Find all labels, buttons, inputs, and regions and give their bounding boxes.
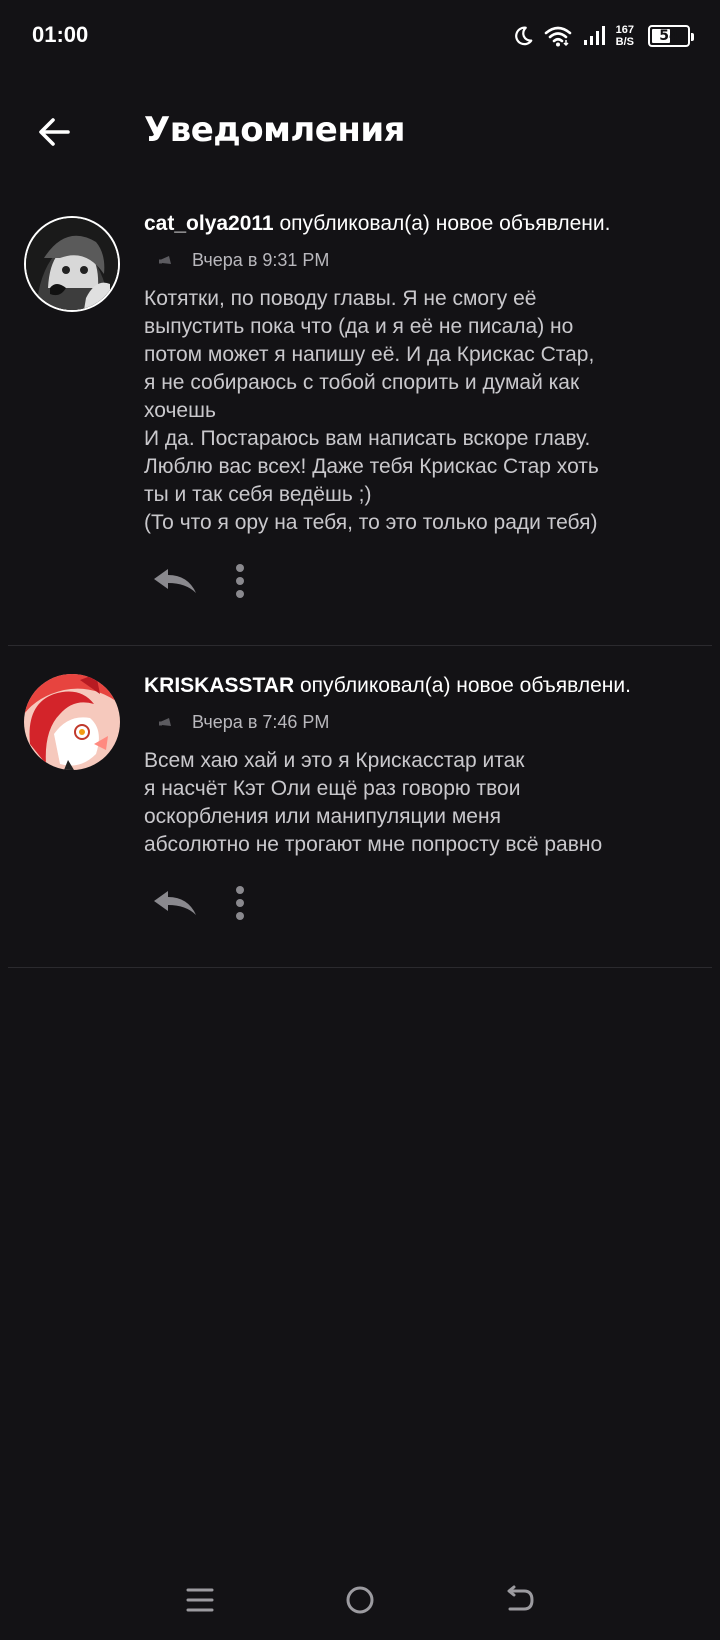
status-icons: 167 B/S 54 <box>512 20 694 52</box>
more-vertical-icon <box>236 564 244 598</box>
notifications-list: cat_olya2011 опубликовал(а) новое объявл… <box>0 200 720 968</box>
notification-message: Котятки, по поводу главы. Я не смогу её … <box>144 287 599 534</box>
megaphone-icon <box>159 255 171 264</box>
back-button[interactable] <box>30 108 78 156</box>
circle-icon <box>346 1586 374 1614</box>
notification-meta: Вчера в 9:31 PM <box>158 250 704 271</box>
net-speed-value: 167 <box>615 24 634 36</box>
more-options-button[interactable] <box>234 881 246 925</box>
reply-button[interactable] <box>150 559 198 603</box>
action-text: опубликовал(а) новое объявлени. <box>299 674 631 697</box>
notification-actions <box>150 559 704 603</box>
status-time: 01:00 <box>32 22 89 47</box>
battery-level: 54 <box>659 28 679 44</box>
notification-body: KRISKASSTAR опубликовал(а) новое объявле… <box>144 646 712 925</box>
avatar-image <box>26 218 118 310</box>
notification-actions <box>150 881 704 925</box>
reply-icon <box>154 569 196 593</box>
status-bar: 01:00 167 B/S 54 <box>0 0 720 72</box>
system-nav-bar <box>0 1560 720 1640</box>
notification-time: Вчера в 7:46 PM <box>192 712 330 732</box>
moon-icon <box>514 26 532 46</box>
recent-apps-button[interactable] <box>170 1570 230 1630</box>
more-vertical-icon <box>236 886 244 920</box>
notification-time: Вчера в 9:31 PM <box>192 250 330 270</box>
reply-icon <box>154 891 196 915</box>
network-speed: 167 B/S <box>616 24 634 48</box>
notification-body: cat_olya2011 опубликовал(а) новое объявл… <box>144 200 712 603</box>
notification-message: Всем хаю хай и это я Крискасстар итак я … <box>144 749 603 856</box>
action-text: опубликовал(а) новое объявлени. <box>279 212 611 235</box>
username[interactable]: KRISKASSTAR <box>144 674 294 697</box>
reply-button[interactable] <box>150 881 198 925</box>
page-title: Уведомления <box>144 110 406 150</box>
battery-icon: 54 <box>648 25 694 47</box>
arrow-left-icon <box>39 118 70 146</box>
wifi-icon <box>544 26 571 47</box>
notification-item[interactable]: KRISKASSTAR опубликовал(а) новое объявле… <box>8 646 712 968</box>
notification-meta: Вчера в 7:46 PM <box>158 712 704 733</box>
system-back-button[interactable] <box>490 1570 550 1630</box>
signal-icon <box>583 26 605 45</box>
undo-icon <box>507 1585 534 1611</box>
notification-item[interactable]: cat_olya2011 опубликовал(а) новое объявл… <box>8 200 712 646</box>
notification-headline: cat_olya2011 опубликовал(а) новое объявл… <box>144 212 704 236</box>
notification-headline: KRISKASSTAR опубликовал(а) новое объявле… <box>144 674 704 698</box>
megaphone-icon <box>159 717 171 726</box>
app-bar: Уведомления <box>0 92 720 168</box>
avatar[interactable] <box>24 216 120 312</box>
more-options-button[interactable] <box>234 559 246 603</box>
home-button[interactable] <box>330 1570 390 1630</box>
menu-icon <box>186 1588 214 1612</box>
avatar-image <box>24 674 120 770</box>
avatar[interactable] <box>24 674 120 770</box>
net-speed-unit: B/S <box>615 36 634 48</box>
username[interactable]: cat_olya2011 <box>144 212 274 235</box>
